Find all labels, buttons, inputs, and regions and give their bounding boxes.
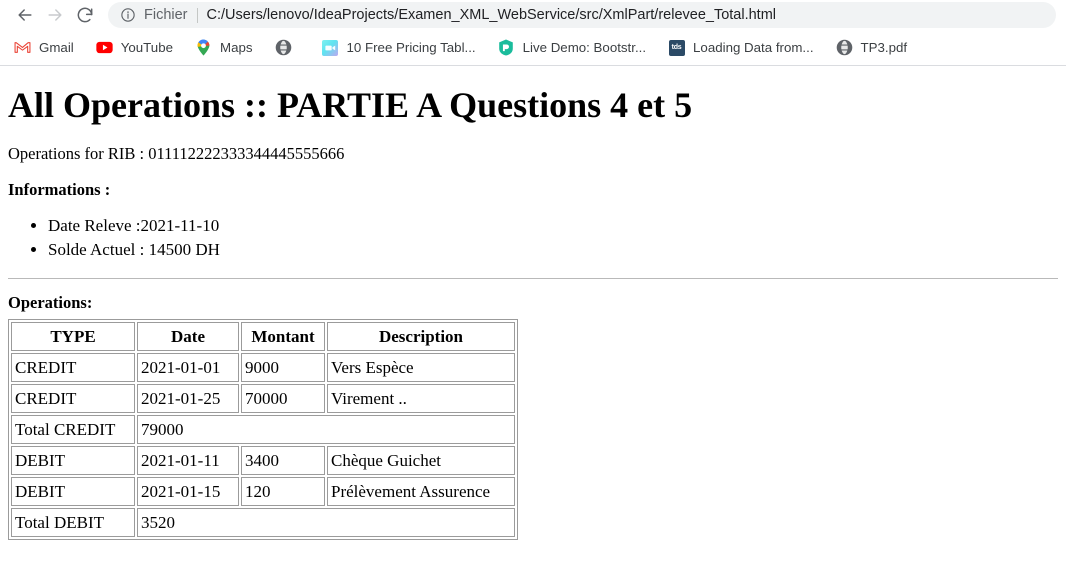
reload-button[interactable]	[70, 0, 100, 30]
cell-total-value: 79000	[137, 415, 515, 444]
bookmark-pricing-tables[interactable]: 10 Free Pricing Tabl...	[322, 35, 484, 61]
bookmark-tp3-pdf[interactable]: TP3.pdf	[836, 35, 916, 61]
tds-square-favicon: tds	[668, 39, 685, 56]
cell-montant: 70000	[241, 384, 325, 413]
bookmark-label: Loading Data from...	[693, 40, 814, 55]
cell-montant: 9000	[241, 353, 325, 382]
info-circle-icon[interactable]	[120, 7, 136, 23]
horizontal-divider	[8, 278, 1058, 279]
cell-total-label: Total CREDIT	[11, 415, 135, 444]
page-content: All Operations :: PARTIE A Questions 4 e…	[0, 84, 1066, 540]
cell-description: Chèque Guichet	[327, 446, 515, 475]
address-bar[interactable]: Fichier C:/Users/lenovo/IdeaProjects/Exa…	[108, 2, 1056, 28]
operations-heading: Operations:	[8, 293, 93, 312]
bookmark-label: 10 Free Pricing Tabl...	[346, 40, 476, 55]
bookmark-label: Live Demo: Bootstr...	[522, 40, 647, 55]
table-row: DEBIT 2021-01-15 120 Prélèvement Assuren…	[11, 477, 515, 506]
operations-table: TYPE Date Montant Description CREDIT 202…	[8, 319, 518, 540]
column-header-date: Date	[137, 322, 239, 351]
globe-icon	[836, 39, 853, 56]
cell-montant: 120	[241, 477, 325, 506]
table-header-row: TYPE Date Montant Description	[11, 322, 515, 351]
informations-heading: Informations :	[8, 180, 111, 199]
bookmark-label: Maps	[220, 40, 253, 55]
cell-date: 2021-01-15	[137, 477, 239, 506]
cell-description: Virement ..	[327, 384, 515, 413]
cell-montant: 3400	[241, 446, 325, 475]
bookmark-gmail[interactable]: Gmail	[14, 35, 82, 61]
cell-type: CREDIT	[11, 353, 135, 382]
cell-date: 2021-01-25	[137, 384, 239, 413]
bookmark-loading-data-from[interactable]: tds Loading Data from...	[668, 35, 821, 61]
bookmark-globe-untitled[interactable]	[275, 35, 308, 61]
cell-total-value: 3520	[137, 508, 515, 537]
rib-line: Operations for RIB : 0111122223333444455…	[8, 144, 345, 163]
list-item: Solde Actuel : 14500 DH	[48, 238, 1058, 262]
reload-icon	[77, 7, 93, 23]
bookmark-live-demo-bootstrap[interactable]: Live Demo: Bootstr...	[498, 35, 654, 61]
cyan-square-favicon	[322, 39, 339, 56]
cell-date: 2021-01-01	[137, 353, 239, 382]
globe-icon	[275, 39, 292, 56]
table-row: CREDIT 2021-01-25 70000 Virement ..	[11, 384, 515, 413]
address-bar-divider	[196, 7, 198, 23]
table-header: TYPE Date Montant Description	[11, 322, 515, 351]
google-maps-pin-icon	[195, 39, 212, 56]
bookmark-label: YouTube	[120, 40, 173, 55]
forward-arrow-icon	[48, 9, 62, 21]
column-header-description: Description	[327, 322, 515, 351]
cell-description: Prélèvement Assurence	[327, 477, 515, 506]
list-item: Date Releve :2021-11-10	[48, 214, 1058, 238]
cell-type: CREDIT	[11, 384, 135, 413]
bookmark-youtube[interactable]: YouTube	[96, 35, 181, 61]
address-bar-url[interactable]: C:/Users/lenovo/IdeaProjects/Examen_XML_…	[207, 7, 1044, 23]
cell-total-label: Total DEBIT	[11, 508, 135, 537]
browser-chrome: Fichier C:/Users/lenovo/IdeaProjects/Exa…	[0, 0, 1066, 66]
cell-type: DEBIT	[11, 477, 135, 506]
back-arrow-icon	[18, 9, 32, 21]
gmail-icon	[14, 39, 31, 56]
bookmarks-bar: Gmail YouTube Maps 10 Free Pricing Tabl.…	[0, 30, 1066, 66]
youtube-icon	[96, 39, 113, 56]
address-bar-scheme-label: Fichier	[144, 7, 188, 23]
back-button[interactable]	[10, 0, 40, 30]
bookmark-maps[interactable]: Maps	[195, 35, 261, 61]
forward-button[interactable]	[40, 0, 70, 30]
bookmark-label: Gmail	[39, 40, 74, 55]
tds-favicon-text: tds	[668, 39, 685, 56]
table-row-total: Total CREDIT 79000	[11, 415, 515, 444]
green-shield-icon	[498, 39, 515, 56]
table-row: CREDIT 2021-01-01 9000 Vers Espèce	[11, 353, 515, 382]
informations-list: Date Releve :2021-11-10 Solde Actuel : 1…	[8, 214, 1058, 262]
column-header-type: TYPE	[11, 322, 135, 351]
cell-type: DEBIT	[11, 446, 135, 475]
cell-date: 2021-01-11	[137, 446, 239, 475]
table-row: DEBIT 2021-01-11 3400 Chèque Guichet	[11, 446, 515, 475]
browser-toolbar: Fichier C:/Users/lenovo/IdeaProjects/Exa…	[0, 0, 1066, 30]
table-body: CREDIT 2021-01-01 9000 Vers Espèce CREDI…	[11, 353, 515, 537]
bookmark-label: TP3.pdf	[860, 40, 908, 55]
column-header-montant: Montant	[241, 322, 325, 351]
page-title: All Operations :: PARTIE A Questions 4 e…	[8, 85, 693, 125]
table-row-total: Total DEBIT 3520	[11, 508, 515, 537]
cell-description: Vers Espèce	[327, 353, 515, 382]
